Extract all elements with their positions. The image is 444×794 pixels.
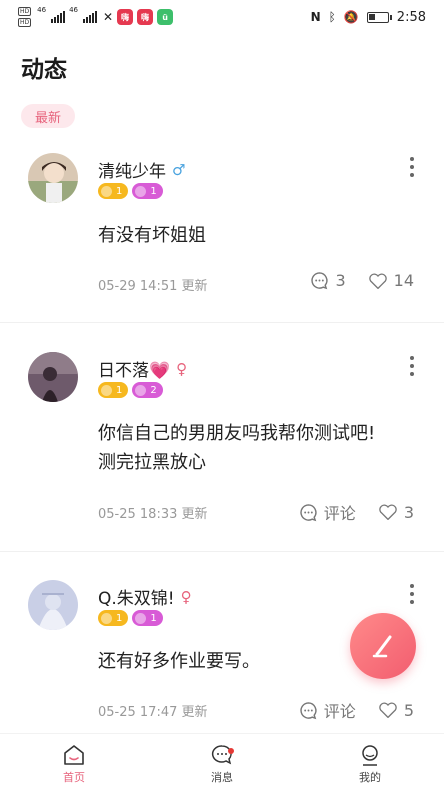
charm-badge: 1 <box>132 183 163 199</box>
post-text-line: 有没有坏姐姐 <box>98 225 206 246</box>
compose-post-button[interactable] <box>350 613 416 679</box>
unread-dot <box>228 748 234 754</box>
female-icon: ♀ <box>176 359 188 378</box>
charm-badge: 2 <box>132 382 163 398</box>
charm-value: 2 <box>150 384 157 396</box>
like-count: 3 <box>403 502 414 522</box>
divider <box>0 322 444 323</box>
like-button[interactable]: 3 <box>378 503 414 522</box>
like-count: 14 <box>393 271 414 290</box>
hd-icon: HD HD <box>18 7 32 27</box>
level-value: 1 <box>116 612 123 624</box>
network-label-1: 46 <box>37 6 47 14</box>
charm-value: 1 <box>150 185 157 197</box>
username[interactable]: 清纯少年 <box>98 157 166 182</box>
post-content: 你信自己的男朋友吗我帮你测试吧! 测完拉黑放心 <box>98 419 375 477</box>
pen-icon <box>372 635 392 658</box>
comment-button[interactable]: 3 <box>310 271 346 290</box>
post-time: 05-29 14:51 更新 <box>98 279 208 294</box>
username[interactable]: 日不落💗 <box>98 356 170 381</box>
nav-messages-label: 消息 <box>211 770 233 784</box>
notification-app-icon-2: 嗨 <box>137 9 154 25</box>
notification-app-icon-1: 嗨 <box>117 9 134 25</box>
post-content: 有没有坏姐姐 <box>98 221 206 250</box>
post-text-line: 还有好多作业要写。 <box>98 651 260 672</box>
like-count: 5 <box>403 700 414 720</box>
charm-value: 1 <box>150 612 157 624</box>
more-options-button[interactable] <box>408 356 416 376</box>
comment-icon <box>300 503 317 521</box>
signal-icon-2 <box>82 11 97 23</box>
status-bar: HD HD 46 46 ✕ 嗨 嗨 ü N ᛒ 🔕 2:58 <box>0 0 444 34</box>
post-time: 05-25 17:47 更新 <box>98 705 208 720</box>
avatar[interactable] <box>28 153 78 203</box>
network-label-2: 46 <box>69 6 78 14</box>
post-text-line: 你信自己的男朋友吗我帮你测试吧! <box>98 423 376 444</box>
battery-icon <box>366 11 392 23</box>
post-time: 05-25 18:33 更新 <box>98 507 208 522</box>
crown-icon <box>101 612 112 624</box>
nav-mine-label: 我的 <box>359 770 381 784</box>
comment-label: 评论 <box>323 702 356 721</box>
heart-icon <box>379 702 397 719</box>
home-icon <box>64 744 84 765</box>
comment-button[interactable]: 评论 <box>299 500 356 524</box>
nav-home[interactable]: 首页 <box>0 734 148 794</box>
more-options-button[interactable] <box>408 157 416 177</box>
avatar[interactable] <box>28 352 78 402</box>
message-icon <box>211 744 232 764</box>
charm-badge: 1 <box>132 610 163 626</box>
clock: 2:58 <box>396 9 426 25</box>
level-badge: 1 <box>98 183 129 199</box>
mute-icon: 🔕 <box>343 10 359 24</box>
crown-icon <box>135 612 147 624</box>
post-text-line: 测完拉黑放心 <box>98 452 206 473</box>
bottom-navigation: 首页 消息 我的 <box>0 733 444 794</box>
male-icon: ♂ <box>172 160 186 179</box>
female-icon: ♀ <box>180 587 192 606</box>
level-badge: 1 <box>98 610 129 626</box>
crown-icon <box>135 384 147 396</box>
nav-home-label: 首页 <box>63 770 85 784</box>
user-icon <box>362 744 378 766</box>
notification-app-icon-3: ü <box>157 9 174 25</box>
heart-icon <box>379 504 397 521</box>
nfc-icon: N <box>310 10 321 24</box>
like-button[interactable]: 5 <box>378 701 414 720</box>
tab-latest[interactable]: 最新 <box>21 104 75 128</box>
like-button[interactable]: 14 <box>368 271 414 290</box>
comment-count: 3 <box>335 271 346 290</box>
app-root: HD HD 46 46 ✕ 嗨 嗨 ü N ᛒ 🔕 2:58 动态 最新 清纯少… <box>0 0 444 794</box>
comment-icon <box>311 272 328 290</box>
more-options-button[interactable] <box>408 584 416 604</box>
page-title: 动态 <box>21 57 67 83</box>
nav-messages[interactable]: 消息 <box>148 734 296 794</box>
missed-call-icon: ✕ <box>102 10 114 24</box>
signal-icon <box>51 11 66 23</box>
username[interactable]: Q.朱双锦! <box>98 584 175 609</box>
level-value: 1 <box>116 185 123 197</box>
nav-mine[interactable]: 我的 <box>296 734 444 794</box>
heart-icon <box>368 273 387 289</box>
divider <box>0 551 444 552</box>
level-value: 1 <box>116 384 123 396</box>
post-content: 还有好多作业要写。 <box>98 647 260 676</box>
crown-icon <box>135 185 147 197</box>
crown-icon <box>101 185 112 197</box>
comment-label: 评论 <box>323 504 356 523</box>
level-badge: 1 <box>98 382 129 398</box>
comment-icon <box>300 701 317 719</box>
crown-icon <box>101 384 112 396</box>
bluetooth-icon: ᛒ <box>328 10 336 24</box>
comment-button[interactable]: 评论 <box>299 698 356 722</box>
avatar[interactable] <box>28 580 78 630</box>
